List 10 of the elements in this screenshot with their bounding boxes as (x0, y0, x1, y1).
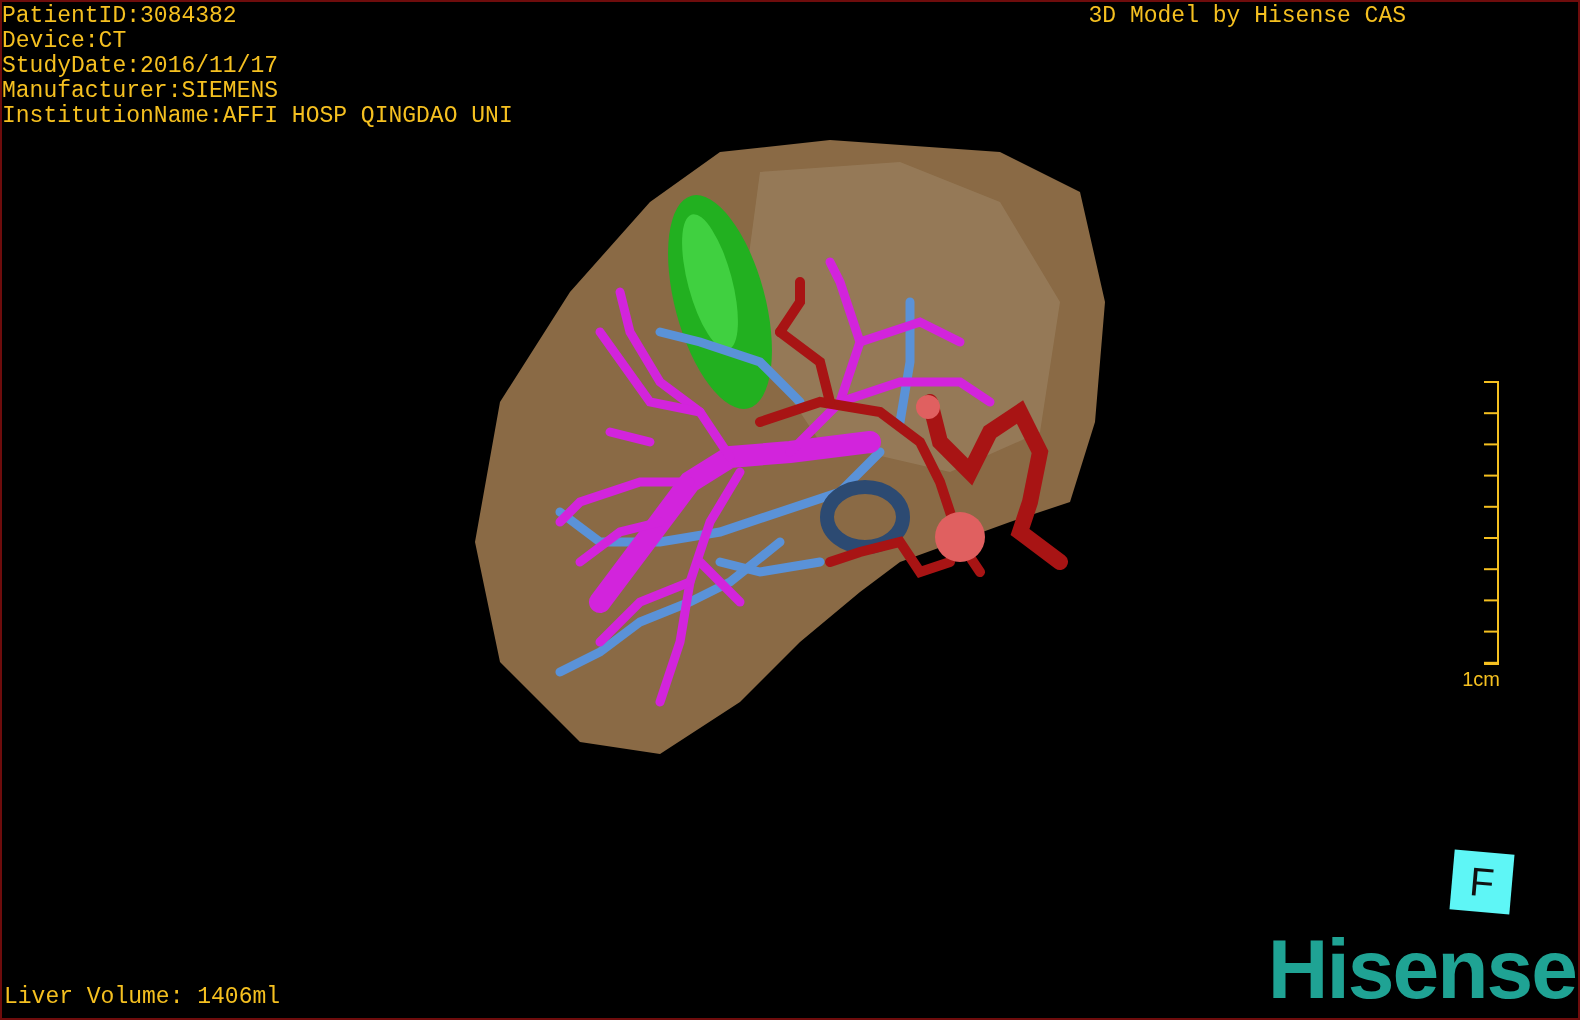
scale-label: 1cm (1462, 668, 1500, 690)
liver-volume-text: Liver Volume: 1406ml (3, 985, 281, 1012)
brand-logo: Hisense (1267, 932, 1576, 1006)
patient-info-text: InstitutionName:AFFI HOSP QINGDAO UNI (2, 104, 513, 129)
patient-info-text: Manufacturer:SIEMENS (2, 79, 280, 104)
patient-info-text: StudyDate:2016/11/17 (2, 54, 280, 79)
viewer-title: 3D Model by Hisense CAS (1088, 2, 1406, 31)
patient-info-text: Device:CT (2, 29, 128, 54)
orientation-cube[interactable]: F (1449, 849, 1515, 915)
patient-info-text: PatientID:3084382 (2, 4, 238, 29)
